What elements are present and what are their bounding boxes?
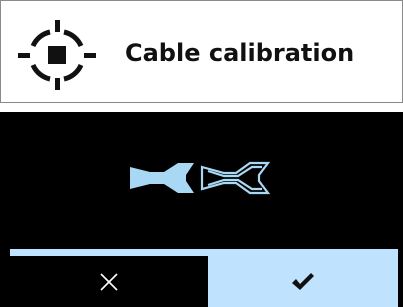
cancel-button[interactable]	[10, 256, 208, 307]
cable-connector-outline-icon	[200, 161, 271, 195]
header-bar: Cable calibration	[0, 0, 403, 103]
close-icon	[98, 271, 120, 293]
cable-connector-filled-icon	[130, 163, 194, 193]
calibration-screen	[0, 112, 403, 307]
calibration-target-icon	[14, 18, 100, 104]
checkmark-icon	[291, 272, 315, 292]
selection-bar	[10, 249, 398, 256]
cable-illustration	[128, 157, 282, 199]
page-title: Cable calibration	[125, 39, 355, 67]
confirm-button[interactable]	[208, 256, 398, 307]
